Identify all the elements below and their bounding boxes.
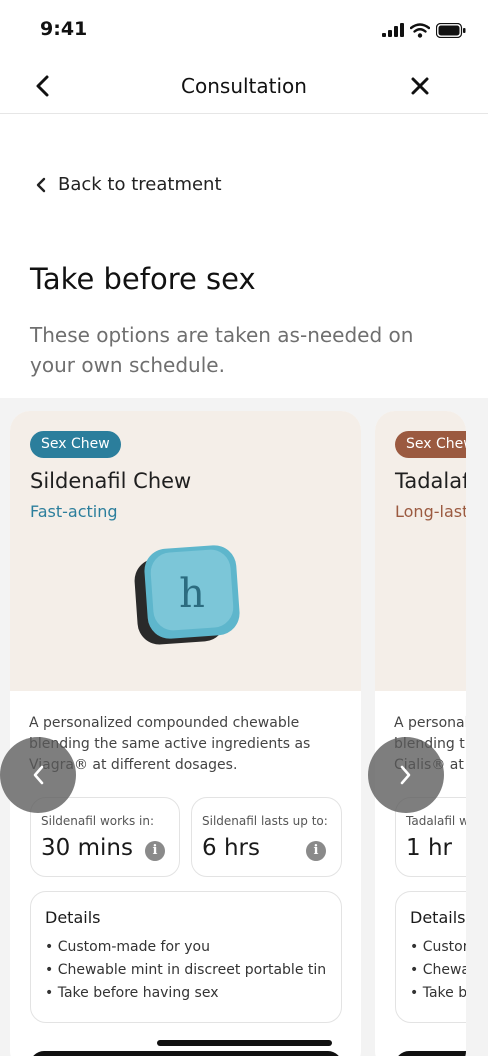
card-hero: Sex Chew Sildenafil Chew Fast-acting h <box>10 411 361 691</box>
status-bar: 9:41 <box>0 0 488 58</box>
chevron-right-icon <box>400 765 411 785</box>
info-icon[interactable]: i <box>306 841 326 861</box>
stat-value: 6 hrs <box>202 835 260 861</box>
signal-icon <box>382 23 404 37</box>
chevron-left-icon <box>36 177 46 192</box>
details-item: • Take before having sex <box>410 985 466 1001</box>
home-indicator <box>157 1040 332 1046</box>
status-icons <box>382 20 466 40</box>
battery-icon <box>436 22 466 38</box>
details-list: • Custom-made for you • Chewable mint in… <box>45 936 326 1005</box>
select-treatment-button[interactable] <box>30 1051 342 1056</box>
details-box: Details • Custom-made for you • Chewable… <box>395 891 466 1023</box>
details-item: • Take before having sex <box>45 985 219 1001</box>
nav-bar: Consultation <box>0 58 488 114</box>
details-item: • Custom-made for you <box>45 939 210 955</box>
close-icon <box>411 77 429 95</box>
back-to-treatment-link[interactable]: Back to treatment <box>36 174 222 195</box>
details-item: • Chewable mint in discreet portable tin <box>410 962 466 978</box>
back-link-label: Back to treatment <box>58 174 222 195</box>
carousel-next-button[interactable] <box>368 737 444 813</box>
details-box: Details • Custom-made for you • Chewable… <box>30 891 342 1023</box>
stat-label: Sildenafil works in: <box>41 814 155 828</box>
carousel-prev-button[interactable] <box>0 737 76 813</box>
card-tagline: Fast-acting <box>30 502 118 521</box>
card-description: A personalized compounded chewable blend… <box>29 715 311 773</box>
section-subtitle: These options are taken as-needed on you… <box>30 323 414 377</box>
details-title: Details <box>45 908 101 927</box>
nav-close-button[interactable] <box>404 70 436 102</box>
category-badge: Sex Chew <box>30 431 121 458</box>
details-item: • Custom-made for you <box>410 939 466 955</box>
stat-label: Tadalafil works in: <box>406 814 466 828</box>
details-title: Details <box>410 908 466 927</box>
chew-logo-letter: h <box>179 571 205 617</box>
section-title: Take before sex <box>30 262 256 296</box>
card-hero: Sex Chew Tadalafil Chew Long-lasting <box>375 411 466 691</box>
details-list: • Custom-made for you • Chewable mint in… <box>410 936 466 1005</box>
stat-value: 30 mins <box>41 835 133 861</box>
duration-stat: Sildenafil lasts up to: 6 hrs i <box>191 797 342 877</box>
chevron-left-icon <box>33 765 44 785</box>
card-title: Tadalafil Chew <box>395 469 466 493</box>
stat-value: 1 hr <box>406 835 452 861</box>
category-badge: Sex Chew <box>395 431 466 458</box>
details-item: • Chewable mint in discreet portable tin <box>45 962 327 978</box>
treatment-card-tadalafil[interactable]: Sex Chew Tadalafil Chew Long-lasting A p… <box>375 411 466 1056</box>
treatment-card-sildenafil[interactable]: Sex Chew Sildenafil Chew Fast-acting h A… <box>10 411 361 1056</box>
stat-label: Sildenafil lasts up to: <box>202 814 328 828</box>
select-treatment-button[interactable] <box>395 1051 466 1056</box>
treatment-carousel[interactable]: Sex Chew Sildenafil Chew Fast-acting h A… <box>0 398 488 1056</box>
card-title: Sildenafil Chew <box>30 469 192 493</box>
card-tagline: Long-lasting <box>395 502 466 521</box>
status-time: 9:41 <box>40 18 88 40</box>
chew-product-image: h <box>134 545 240 645</box>
wifi-icon <box>410 22 430 38</box>
info-icon[interactable]: i <box>145 841 165 861</box>
